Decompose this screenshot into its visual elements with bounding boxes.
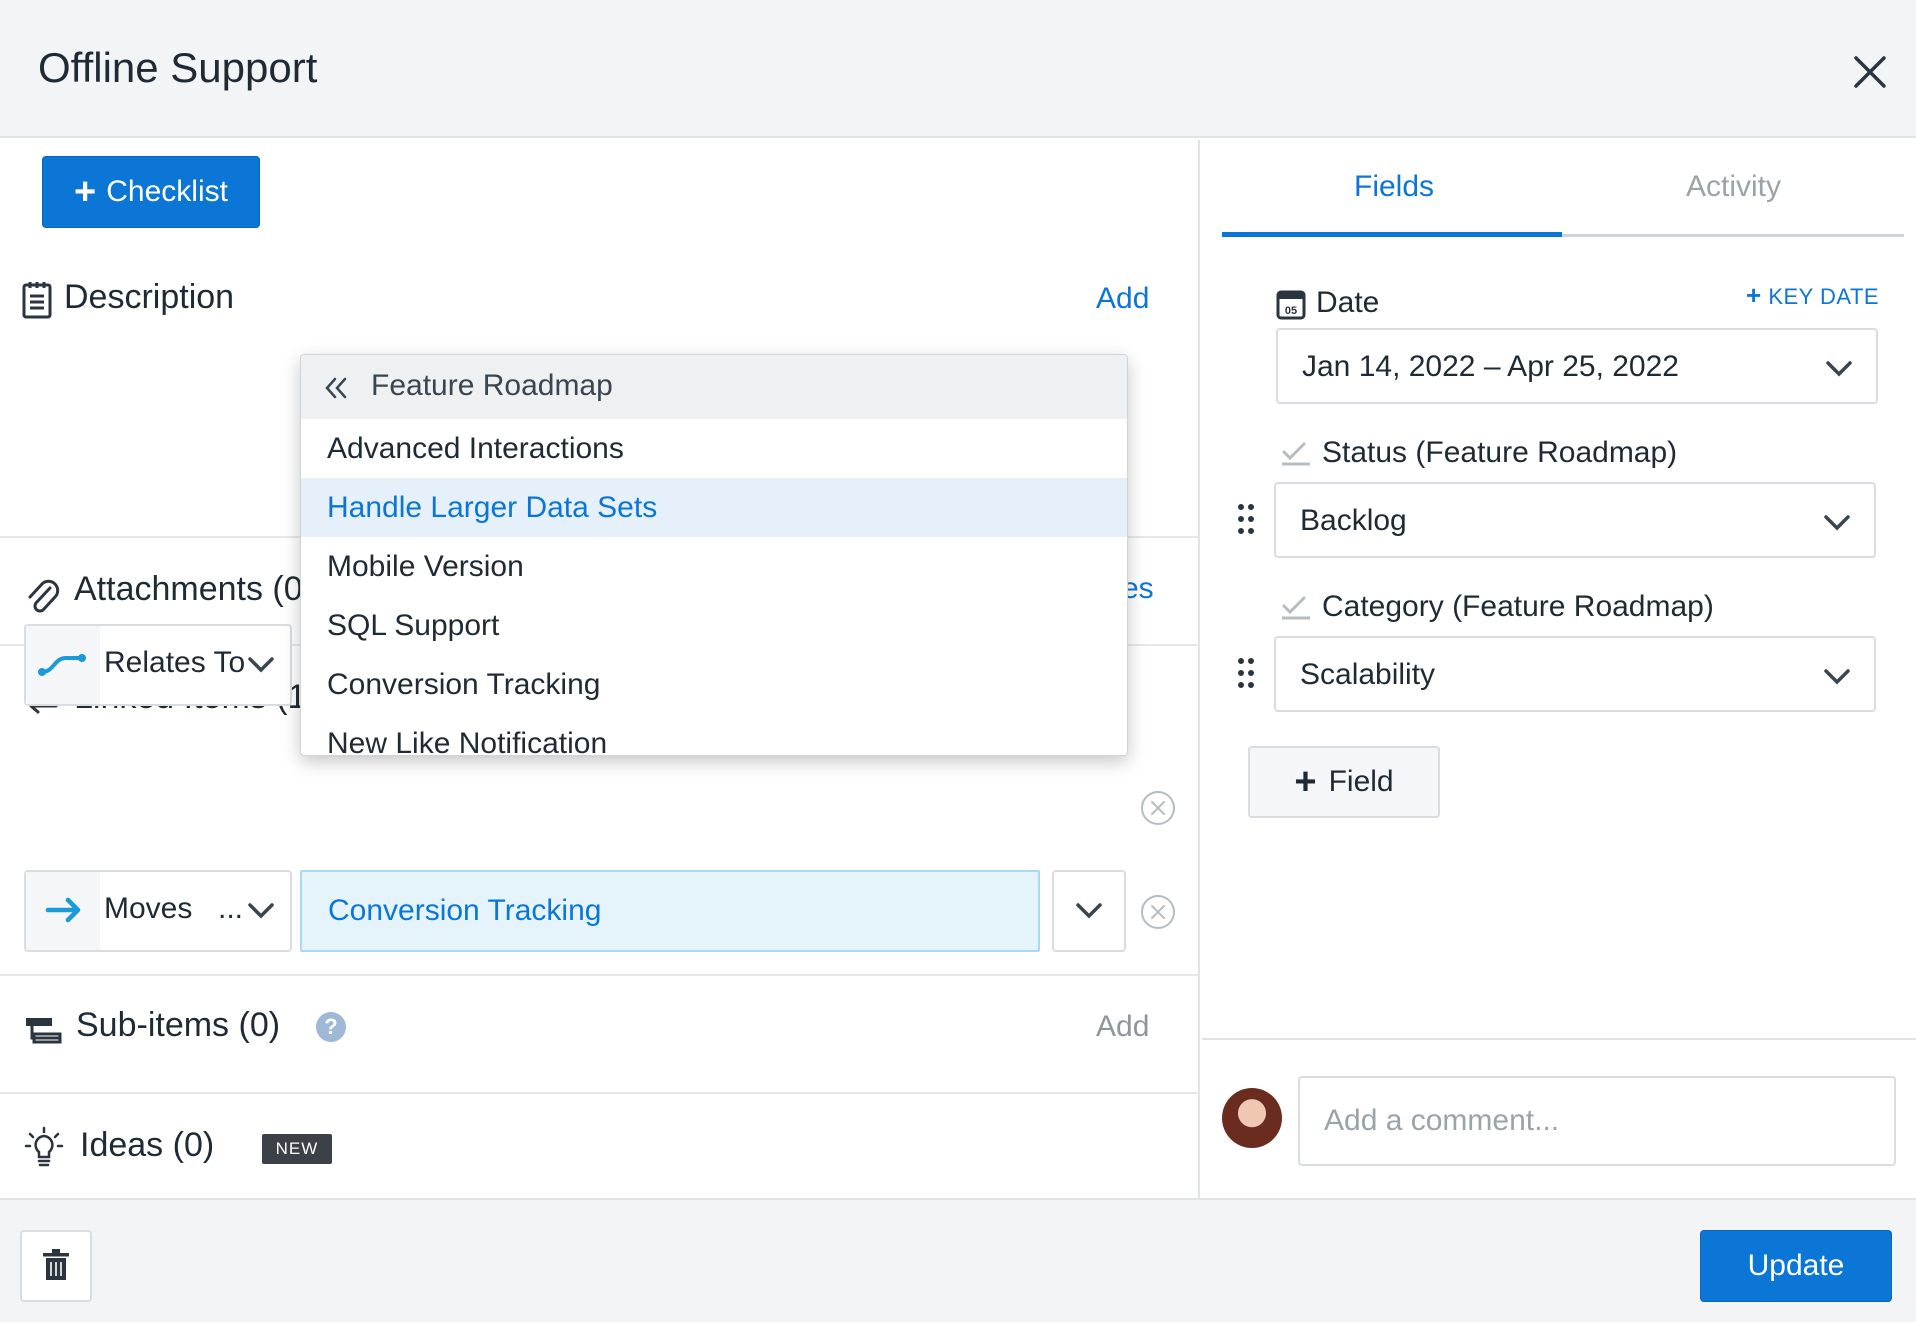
svg-text:05: 05 — [1285, 305, 1297, 317]
remove-link-icon[interactable] — [1140, 894, 1176, 930]
ideas-title: Ideas (0) — [80, 1126, 215, 1164]
divider — [0, 1092, 1198, 1094]
add-field-label: Field — [1328, 765, 1394, 798]
remove-link-icon[interactable] — [1140, 790, 1176, 826]
new-badge: NEW — [262, 1134, 332, 1164]
delete-button[interactable] — [20, 1230, 92, 1302]
chevron-down-icon — [248, 903, 274, 919]
date-range-value: Jan 14, 2022 – Apr 25, 2022 — [1302, 350, 1679, 383]
dropdown-item[interactable]: Mobile Version — [301, 537, 1127, 596]
plus-icon: + — [1746, 280, 1762, 310]
relation-truncation: ... — [218, 892, 244, 925]
divider — [1202, 1038, 1916, 1040]
tab-divider — [1562, 234, 1904, 237]
description-title: Description — [64, 278, 235, 316]
tab-fields[interactable]: Fields — [1354, 170, 1434, 204]
relation-type-select[interactable]: Relates To — [24, 624, 292, 706]
chevron-down-icon — [248, 657, 274, 673]
help-icon[interactable]: ? — [316, 1012, 346, 1042]
status-label: Status (Feature Roadmap) — [1322, 436, 1678, 469]
calendar-icon: 05 — [1276, 288, 1306, 320]
dropdown-back-header[interactable]: Feature Roadmap — [301, 355, 1127, 419]
page-title: Offline Support — [38, 44, 318, 91]
notepad-icon — [20, 280, 56, 319]
add-key-date-link[interactable]: + KEY DATE — [1746, 280, 1879, 311]
double-chevron-left-icon[interactable] — [323, 375, 349, 401]
description-add-link[interactable]: Add — [1096, 282, 1149, 316]
relation-label: Moves — [104, 892, 193, 925]
dropdown-item[interactable]: Handle Larger Data Sets — [301, 478, 1127, 537]
add-field-button[interactable]: + Field — [1248, 746, 1440, 818]
date-label: Date — [1316, 286, 1380, 319]
linked-item-value[interactable]: Conversion Tracking — [300, 870, 1040, 952]
chevron-down-icon — [1826, 361, 1852, 377]
sub-items-title: Sub-items (0) — [76, 1006, 281, 1044]
category-select[interactable]: Scalability — [1274, 636, 1876, 712]
sub-items-icon — [24, 1012, 62, 1048]
fields-panel: Fields Activity 05 Date + KEY DATE Jan 1… — [1202, 140, 1916, 1198]
linked-item-dropdown-button[interactable] — [1052, 870, 1126, 952]
sub-items-add-link[interactable]: Add — [1096, 1010, 1149, 1044]
modal-header: Offline Support — [0, 0, 1916, 138]
drag-handle-icon[interactable] — [1236, 656, 1256, 690]
arrow-right-icon — [26, 872, 100, 950]
key-date-label: KEY DATE — [1768, 284, 1880, 309]
checklist-label: Checklist — [106, 175, 228, 208]
relation-type-select[interactable]: Moves ... — [24, 870, 292, 952]
linked-item-value-text: Conversion Tracking — [328, 894, 602, 927]
tab-activity[interactable]: Activity — [1686, 170, 1781, 204]
status-value: Backlog — [1300, 504, 1407, 537]
avatar — [1222, 1088, 1282, 1148]
dropdown-item[interactable]: SQL Support — [301, 596, 1127, 655]
update-button[interactable]: Update — [1700, 1230, 1892, 1302]
modal-footer: Update — [0, 1198, 1916, 1322]
dropdown-header-label: Feature Roadmap — [371, 369, 613, 402]
plus-icon: + — [74, 171, 97, 213]
lightbulb-icon — [24, 1126, 64, 1167]
add-checklist-button[interactable]: + Checklist — [42, 156, 260, 228]
status-field-icon — [1280, 440, 1312, 468]
dropdown-item[interactable]: Conversion Tracking — [301, 655, 1127, 714]
drag-handle-icon[interactable] — [1236, 502, 1256, 536]
plus-icon: + — [1294, 761, 1317, 803]
chevron-down-icon — [1824, 669, 1850, 685]
status-select[interactable]: Backlog — [1274, 482, 1876, 558]
dropdown-item[interactable]: New Like Notification — [301, 714, 1127, 755]
chevron-down-icon — [1076, 903, 1102, 919]
comment-input[interactable] — [1298, 1076, 1896, 1166]
chevron-down-icon — [1824, 515, 1850, 531]
active-tab-indicator — [1222, 232, 1562, 237]
trash-icon — [43, 1249, 69, 1280]
relates-to-icon — [26, 626, 100, 704]
category-value: Scalability — [1300, 658, 1436, 691]
category-field-icon — [1280, 594, 1312, 622]
close-icon[interactable] — [1848, 50, 1892, 94]
paperclip-icon — [24, 576, 60, 613]
category-label: Category (Feature Roadmap) — [1322, 590, 1714, 623]
dropdown-item[interactable]: Advanced Interactions — [301, 419, 1127, 478]
date-range-select[interactable]: Jan 14, 2022 – Apr 25, 2022 — [1276, 328, 1878, 404]
attachments-title: Attachments (0 — [74, 570, 303, 608]
relation-label: Relates To — [104, 646, 246, 679]
item-search-dropdown: Feature Roadmap Advanced Interactions Ha… — [300, 354, 1128, 756]
divider — [0, 974, 1198, 976]
